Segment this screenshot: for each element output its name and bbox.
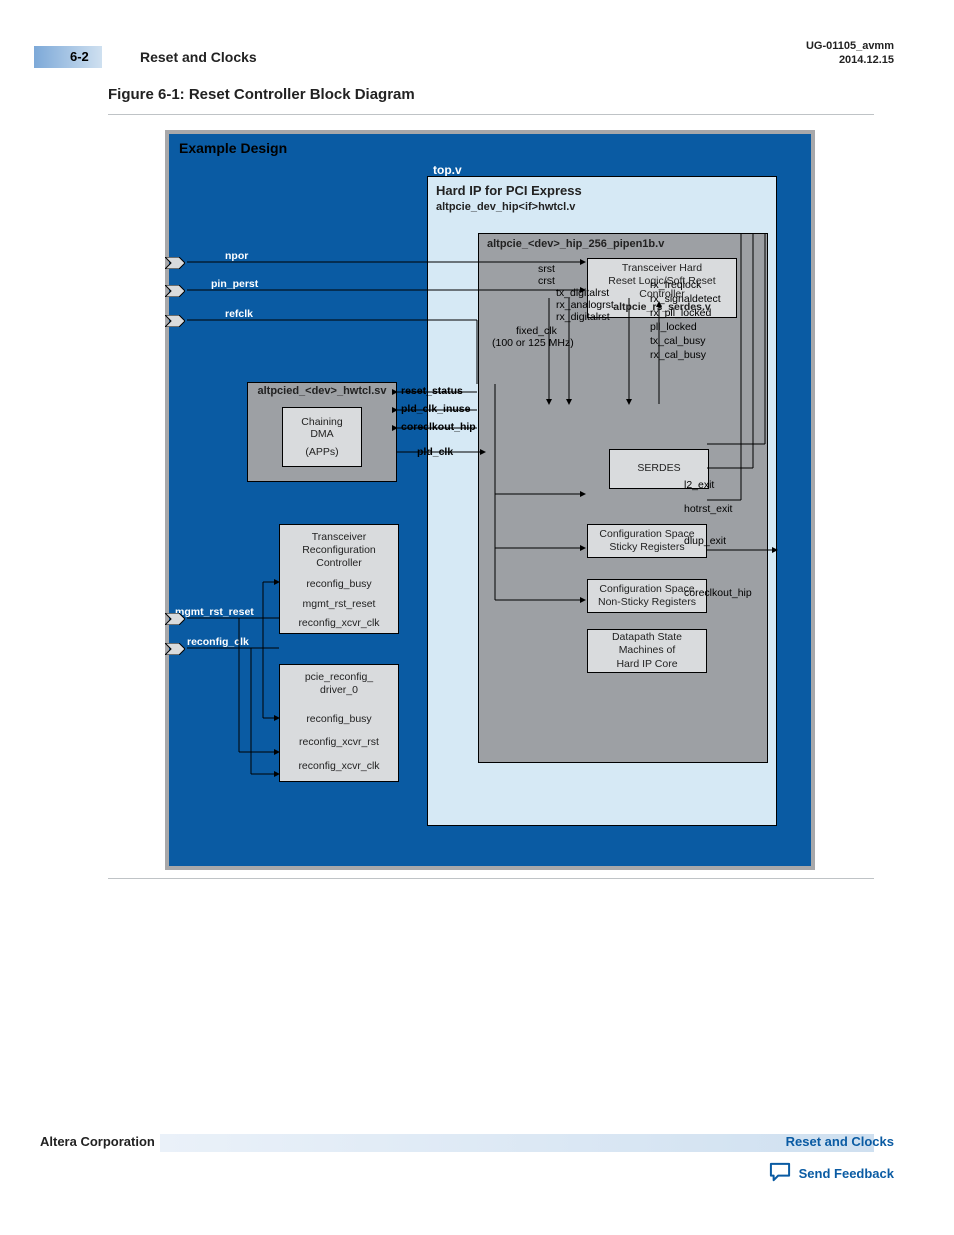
doc-date: 2014.12.15 bbox=[839, 54, 894, 66]
comment-icon bbox=[769, 1162, 791, 1185]
rule-bottom bbox=[108, 878, 874, 879]
page-title: Reset and Clocks bbox=[140, 49, 257, 65]
send-feedback-label: Send Feedback bbox=[799, 1166, 894, 1181]
diagram-frame: Example Design top.v Hard IP for PCI Exp… bbox=[165, 130, 815, 870]
doc-id: UG-01105_avmm bbox=[806, 40, 894, 52]
send-feedback-link[interactable]: Send Feedback bbox=[769, 1162, 894, 1185]
rule-top bbox=[108, 114, 874, 115]
footer-bar bbox=[160, 1134, 874, 1152]
page-num-bar bbox=[34, 46, 102, 68]
footer-link[interactable]: Reset and Clocks bbox=[786, 1134, 894, 1149]
page-number: 6-2 bbox=[70, 49, 89, 64]
page-header: 6-2 Reset and Clocks UG-01105_avmm 2014.… bbox=[0, 46, 954, 74]
diagram-bg: Example Design top.v Hard IP for PCI Exp… bbox=[169, 134, 811, 866]
footer-corp: Altera Corporation bbox=[40, 1134, 155, 1149]
diagram-lines bbox=[169, 134, 811, 866]
figure-title: Figure 6-1: Reset Controller Block Diagr… bbox=[108, 86, 415, 103]
